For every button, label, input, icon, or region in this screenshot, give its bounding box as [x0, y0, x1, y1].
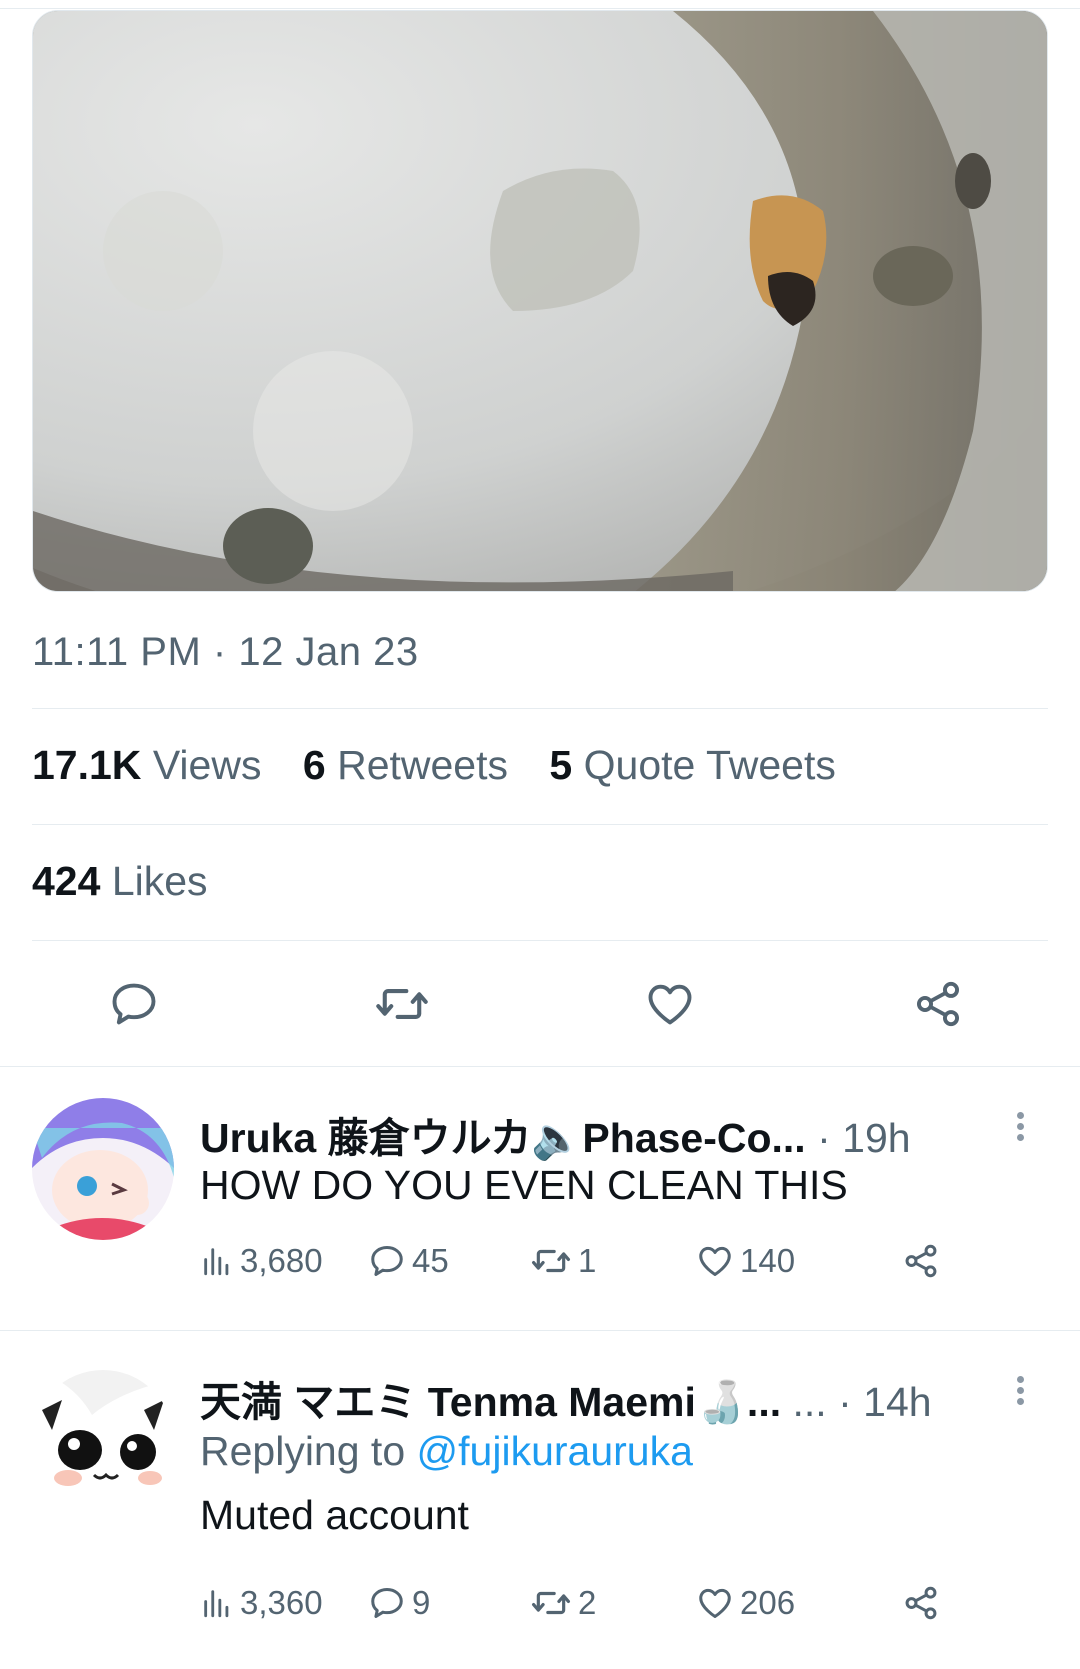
retweet-icon	[376, 989, 428, 1019]
share-button[interactable]	[906, 972, 970, 1036]
tweet-time: 11:11 PM	[32, 630, 202, 674]
divider	[32, 708, 1048, 709]
retweets-count: 2	[578, 1584, 597, 1621]
like-button[interactable]	[638, 972, 702, 1036]
comments-metric[interactable]: 45	[368, 1236, 449, 1286]
more-options-icon[interactable]	[1010, 1372, 1030, 1412]
reply-text: HOW DO YOU EVEN CLEAN THIS	[200, 1162, 848, 1208]
reply-header: 天満 マエミ Tenma Maemi🍶... ... · 14h	[200, 1368, 932, 1428]
comments-count: 9	[412, 1584, 431, 1621]
engagement-stats: 17.1K Views 6 Retweets 5 Quote Tweets	[32, 742, 866, 789]
avatar-image	[32, 1370, 174, 1512]
avatar-image	[32, 1098, 174, 1240]
handle-truncated[interactable]: ...	[793, 1379, 827, 1425]
quote-tweets-stat[interactable]: 5 Quote Tweets	[549, 742, 835, 789]
likes-stat[interactable]: 424 Likes	[32, 858, 208, 905]
likes-count: 140	[740, 1242, 796, 1279]
likes-count: 206	[740, 1584, 796, 1621]
display-name[interactable]: Uruka 藤倉ウルカ🔈Phase-Co...	[200, 1115, 806, 1161]
reply-tweet[interactable]: 天満 マエミ Tenma Maemi🍶... ... · 14h Replyin…	[0, 1330, 1080, 1669]
heart-icon	[699, 1588, 731, 1618]
top-divider	[0, 8, 1080, 9]
heart-icon	[648, 984, 692, 1025]
reply-header: Uruka 藤倉ウルカ🔈Phase-Co... · 19h	[200, 1104, 911, 1164]
comments-count: 45	[412, 1242, 449, 1279]
likes-metric[interactable]: 140	[696, 1236, 795, 1286]
share-icon	[905, 1244, 937, 1278]
timestamp-separator: ·	[212, 630, 227, 674]
more-options-icon[interactable]	[1010, 1108, 1030, 1148]
display-name[interactable]: 天満 マエミ Tenma Maemi🍶...	[200, 1379, 781, 1425]
likes-stats: 424 Likes	[32, 858, 238, 905]
comments-metric[interactable]: 9	[368, 1578, 430, 1628]
divider	[32, 824, 1048, 825]
share-button[interactable]	[902, 1236, 940, 1286]
replying-label: Replying to	[200, 1428, 406, 1474]
reply-icon	[371, 1246, 403, 1276]
views-count: 3,360	[240, 1584, 323, 1621]
reply-time[interactable]: · 14h	[838, 1379, 931, 1425]
views-metric[interactable]: 3,680	[200, 1236, 323, 1286]
likes-metric[interactable]: 206	[696, 1578, 795, 1628]
replying-to: Replying to @fujikurauruka	[200, 1428, 693, 1475]
reply-metrics: 3,680 45 1 140	[200, 1236, 960, 1286]
views-stat[interactable]: 17.1K Views	[32, 742, 261, 789]
reply-icon	[112, 983, 156, 1025]
retweet-icon	[531, 1249, 570, 1273]
reply-metrics: 3,360 9 2 206	[200, 1578, 960, 1628]
tweet-timestamp[interactable]: 11:11 PM · 12 Jan 23	[32, 630, 419, 675]
avatar[interactable]	[32, 1370, 174, 1512]
tweet-date: 12 Jan 23	[238, 630, 419, 674]
heart-icon	[699, 1246, 731, 1276]
share-icon	[905, 1586, 937, 1620]
share-button[interactable]	[902, 1578, 940, 1628]
retweet-icon	[531, 1591, 570, 1615]
views-icon	[204, 1590, 229, 1618]
reply-text: Muted account	[200, 1492, 469, 1538]
views-icon	[204, 1248, 229, 1276]
reply-tweet[interactable]: Uruka 藤倉ウルカ🔈Phase-Co... · 19h HOW DO YOU…	[0, 1066, 1080, 1326]
divider	[32, 940, 1048, 941]
retweets-metric[interactable]: 1	[530, 1236, 596, 1286]
avatar[interactable]	[32, 1098, 174, 1240]
views-count: 3,680	[240, 1242, 323, 1279]
retweets-count: 1	[578, 1242, 597, 1279]
replying-handle-link[interactable]: @fujikurauruka	[417, 1428, 693, 1474]
reply-button[interactable]	[102, 972, 166, 1036]
reply-time[interactable]: · 19h	[817, 1115, 910, 1161]
views-metric[interactable]: 3,360	[200, 1578, 323, 1628]
share-icon	[916, 981, 960, 1027]
retweet-button[interactable]	[370, 972, 434, 1036]
reply-icon	[371, 1588, 403, 1618]
pot-photo-image	[33, 11, 1047, 591]
retweets-stat[interactable]: 6 Retweets	[303, 742, 508, 789]
retweets-metric[interactable]: 2	[530, 1578, 596, 1628]
tweet-action-bar	[0, 972, 1080, 1044]
tweet-photo[interactable]	[32, 10, 1048, 592]
